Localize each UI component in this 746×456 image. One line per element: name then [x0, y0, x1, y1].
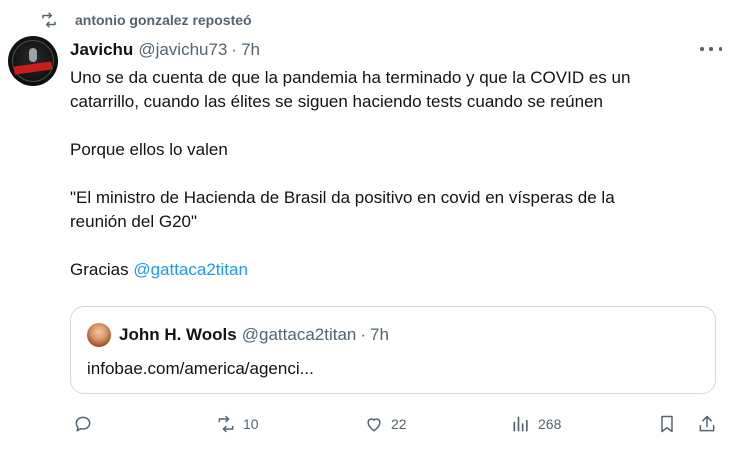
views-button[interactable]: 268	[511, 414, 561, 434]
views-icon	[513, 416, 528, 432]
text-line: Porque ellos lo valen	[70, 140, 228, 159]
repost-text: antonio gonzalez reposteó	[75, 12, 252, 28]
share-icon	[699, 415, 715, 432]
like-button[interactable]: 22	[364, 414, 407, 434]
quoted-link[interactable]: infobae.com/america/agenci...	[87, 359, 314, 379]
tweet-card[interactable]: antonio gonzalez reposteó Javichu @javic…	[0, 0, 746, 456]
retweet-icon	[218, 415, 234, 433]
reply-icon	[75, 416, 91, 432]
quoted-author-handle[interactable]: @gattaca2titan	[242, 325, 357, 345]
repost-indicator[interactable]: antonio gonzalez reposteó	[40, 11, 252, 29]
text-line: reunión del G20"	[70, 212, 198, 231]
bookmark-button[interactable]	[657, 414, 677, 434]
author-handle[interactable]: @javichu73	[138, 40, 227, 60]
avatar-microphone	[29, 48, 37, 62]
text-line: Gracias @gattaca2titan	[70, 258, 710, 282]
action-bar: 10 22 268	[0, 410, 746, 440]
retweet-button[interactable]: 10	[216, 414, 259, 434]
text-line: "El ministro de Hacienda de Brasil da po…	[70, 188, 615, 207]
reply-button[interactable]	[73, 414, 93, 434]
more-icon-dot	[718, 47, 722, 51]
author-name[interactable]: Javichu	[70, 40, 133, 60]
repost-icon	[42, 12, 56, 28]
tweet-text: Uno se da cuenta de que la pandemia ha t…	[70, 66, 710, 282]
more-icon	[700, 47, 704, 51]
quoted-author-name[interactable]: John H. Wools	[119, 325, 237, 345]
thanks-text: Gracias	[70, 260, 129, 279]
separator-dot: ·	[360, 325, 367, 344]
more-options-button[interactable]	[700, 40, 722, 58]
text-line: Uno se da cuenta de que la pandemia ha t…	[70, 68, 631, 87]
views-count: 268	[538, 416, 562, 432]
tweet-header: Javichu @javichu73 · 7h	[70, 40, 260, 60]
more-icon-dot	[709, 47, 713, 51]
quoted-avatar[interactable]	[87, 323, 111, 347]
share-button[interactable]	[697, 414, 717, 434]
bookmark-icon	[661, 415, 673, 433]
text-line: catarrillo, cuando las élites se siguen …	[70, 92, 604, 111]
mention-link[interactable]: @gattaca2titan	[133, 260, 248, 279]
like-icon	[367, 418, 381, 432]
retweet-count: 10	[243, 416, 259, 432]
quoted-tweet-header: John H. Wools @gattaca2titan · 7h	[87, 323, 389, 347]
like-count: 22	[391, 416, 407, 432]
separator-dot: ·	[231, 40, 238, 59]
tweet-timestamp[interactable]: 7h	[241, 40, 260, 60]
quoted-tweet[interactable]: John H. Wools @gattaca2titan · 7h infoba…	[70, 306, 716, 394]
quoted-timestamp[interactable]: 7h	[370, 325, 389, 345]
avatar[interactable]	[8, 36, 58, 86]
